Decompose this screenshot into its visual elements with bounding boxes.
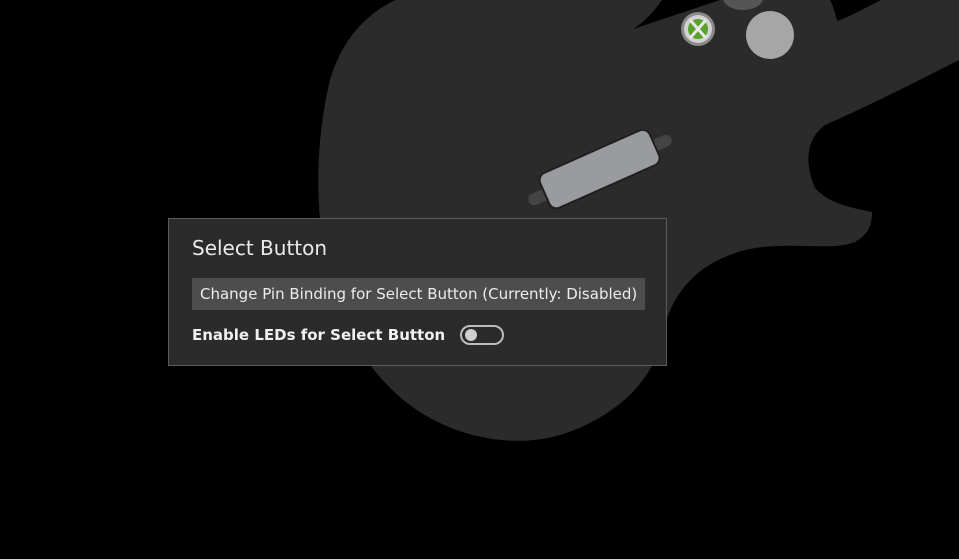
round-face-button-icon bbox=[746, 11, 794, 59]
enable-leds-label: Enable LEDs for Select Button bbox=[192, 326, 446, 344]
toggle-knob bbox=[465, 329, 478, 341]
guitar-neck bbox=[835, 0, 959, 110]
dialog-title: Select Button bbox=[192, 236, 328, 260]
select-button-dialog: Select Button Change Pin Binding for Sel… bbox=[168, 218, 667, 366]
led-setting-row: Enable LEDs for Select Button bbox=[192, 325, 505, 345]
guitar-config-screen: Select Button Change Pin Binding for Sel… bbox=[0, 0, 959, 559]
xbox-guide-button-icon bbox=[681, 12, 715, 46]
enable-leds-toggle[interactable] bbox=[460, 325, 505, 345]
change-pin-binding-button[interactable]: Change Pin Binding for Select Button (Cu… bbox=[192, 278, 646, 310]
